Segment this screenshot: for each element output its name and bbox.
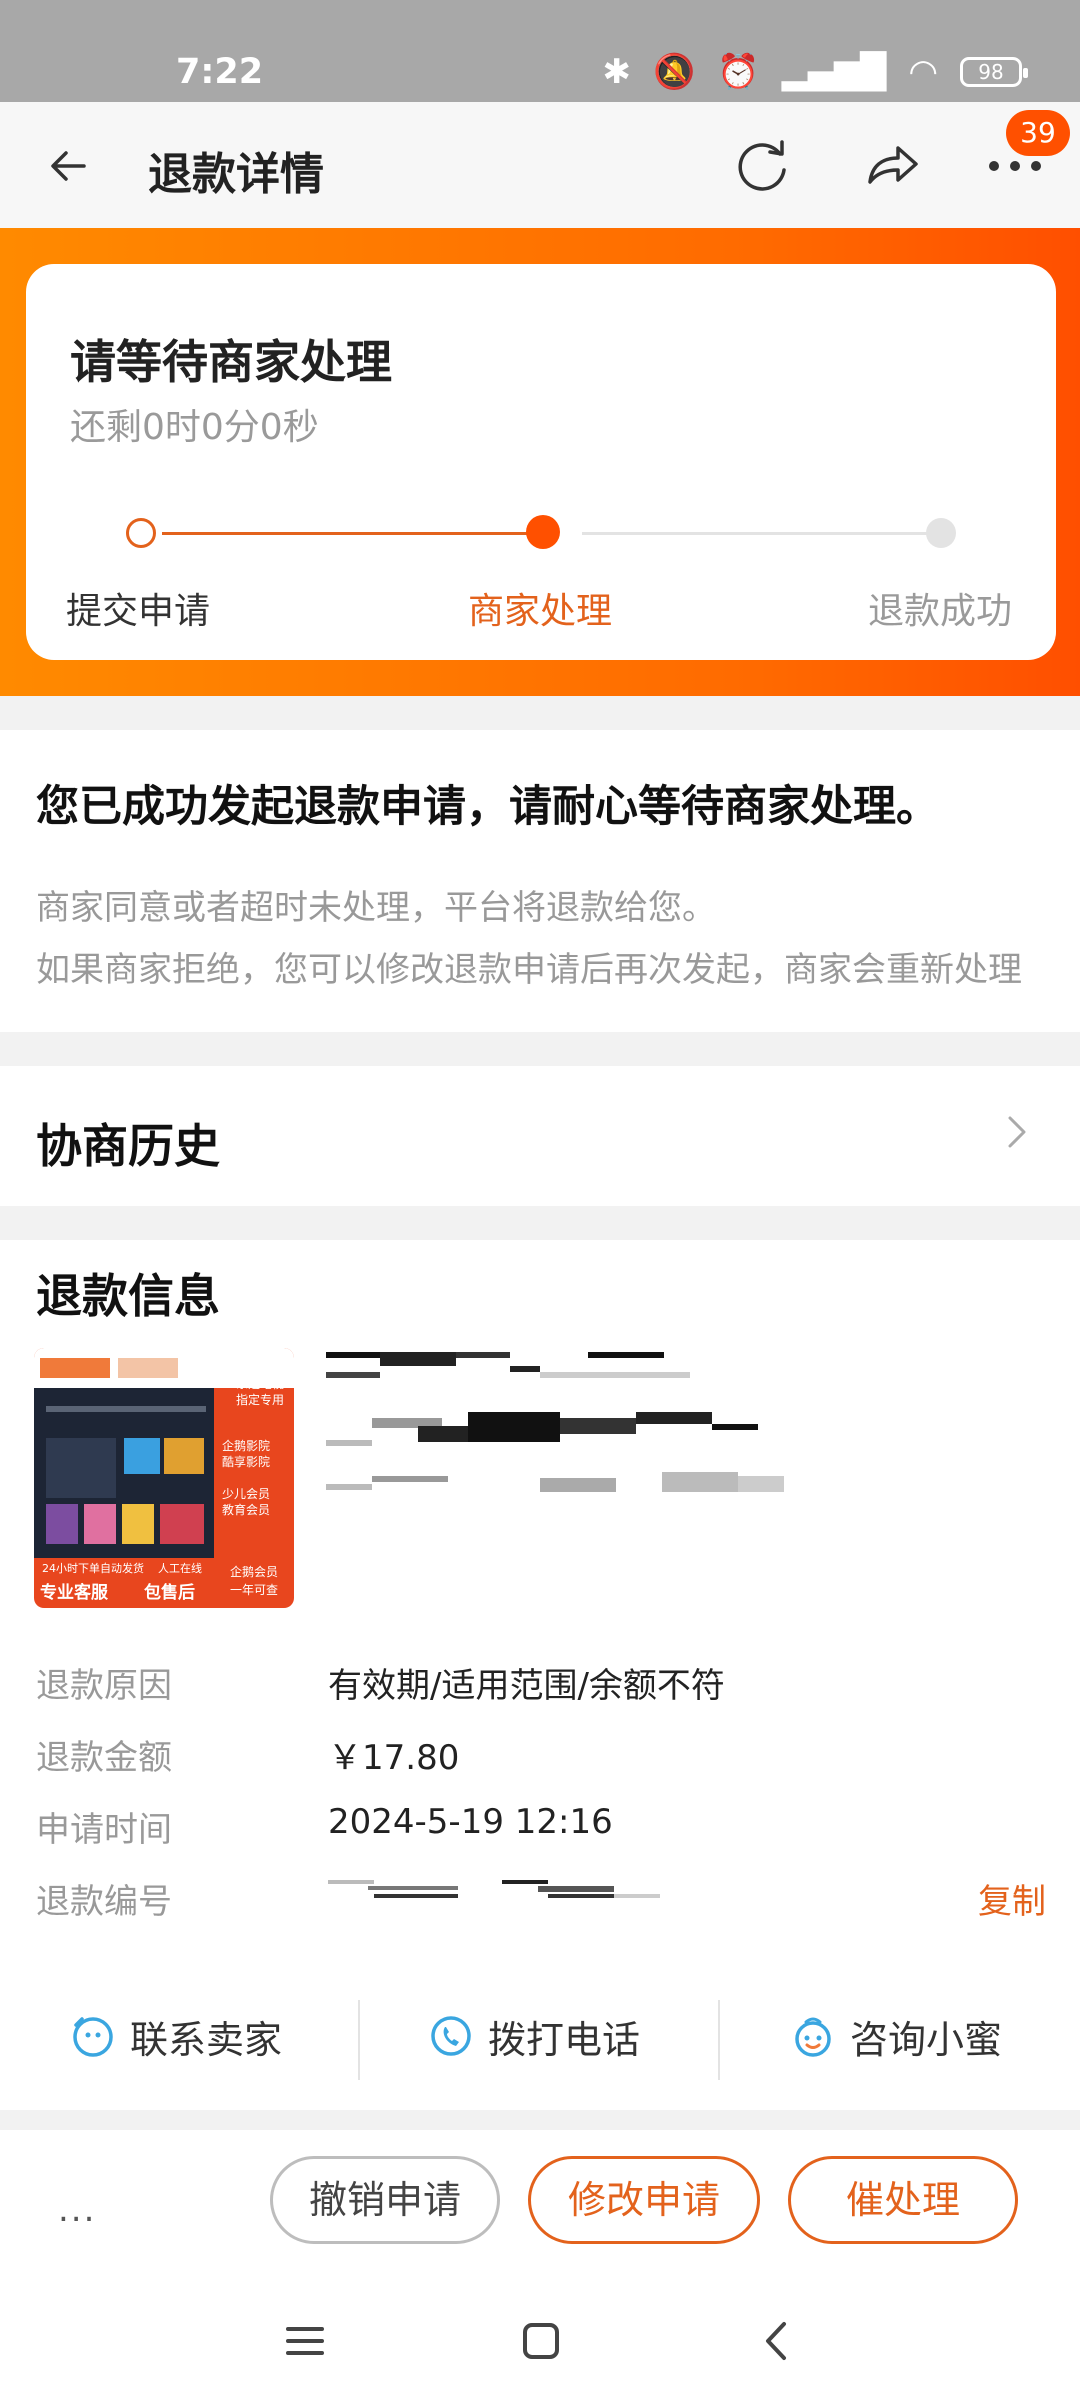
mute-icon: 🔕: [653, 52, 696, 92]
bluetooth-icon: ✱: [602, 52, 632, 92]
message-title: 您已成功发起退款申请，请耐心等待商家处理。: [36, 782, 939, 832]
message-count-badge: 39: [1006, 110, 1070, 156]
back-arrow-icon[interactable]: [44, 136, 104, 196]
refund-detail-screen: 7:22 ✱ 🔕 ⏰ ▂▄▆█ ◠ 98 退款详情 39 请等待商家处理 还剩0…: [0, 0, 1080, 2400]
countdown-text: 还剩0时0分0秒: [70, 407, 319, 448]
battery-icon: 98: [960, 57, 1028, 87]
page-title: 退款详情: [148, 149, 324, 200]
refund-info-title: 退款信息: [36, 1269, 220, 1323]
status-time: 7:22: [176, 52, 264, 92]
product-text-4: 企鹅影院: [222, 1438, 270, 1453]
assistant-face-icon: [795, 2017, 831, 2057]
product-text-13: 一年可查: [230, 1583, 278, 1597]
contact-divider-2: [718, 2000, 720, 2080]
refund-reason-label: 退款原因: [36, 1666, 172, 1706]
share-icon[interactable]: [858, 132, 924, 198]
history-title: 协商历史: [36, 1119, 220, 1173]
step-label-merchant: 商家处理: [468, 591, 613, 632]
call-phone-label: 拨打电话: [488, 2017, 641, 2062]
refund-amount-value: ￥17.80: [328, 1738, 460, 1778]
apply-time-value: 2024-5-19 12:16: [328, 1802, 613, 1842]
cancel-application-button[interactable]: 撤销申请: [270, 2156, 500, 2244]
step-dot-pending: [926, 518, 956, 548]
step-dot-submitted: [126, 518, 156, 548]
copy-button[interactable]: 复制: [978, 1874, 1046, 1923]
menu-icon[interactable]: [280, 2316, 330, 2366]
apply-time-label: 申请时间: [36, 1810, 172, 1850]
top-nav-bar: 退款详情: [0, 102, 1080, 228]
product-text-2: 东芝电视: [236, 1376, 284, 1391]
seller-chat-icon: [73, 2017, 113, 2057]
call-phone-button[interactable]: 拨打电话: [428, 1996, 640, 2076]
message-line-2: 如果商家拒绝，您可以修改退款申请后再次发起，商家会重新处理: [36, 950, 1022, 990]
more-actions-button[interactable]: ...: [58, 2190, 96, 2230]
refund-message-section: 您已成功发起退款申请，请耐心等待商家处理。 商家同意或者超时未处理，平台将退款给…: [0, 730, 1080, 1032]
contact-seller-label: 联系卖家: [130, 2017, 283, 2062]
ask-assistant-label: 咨询小蜜: [850, 2017, 1003, 2062]
progress-line-done: [162, 532, 536, 535]
modify-application-button[interactable]: 修改申请: [528, 2156, 760, 2244]
product-text-8: 24小时下单自动发货: [42, 1561, 144, 1575]
step-label-submit: 提交申请: [66, 591, 211, 632]
home-icon[interactable]: [516, 2316, 566, 2366]
product-text-6: 少儿会员: [222, 1487, 270, 1501]
urge-processing-button[interactable]: 催处理: [788, 2156, 1018, 2244]
product-text-12: 企鹅会员: [230, 1564, 278, 1579]
system-navigation-bar: [0, 2280, 1080, 2400]
alarm-icon: ⏰: [717, 52, 760, 92]
step-dot-current: [526, 515, 560, 549]
product-text-11: 包售后: [144, 1582, 195, 1603]
negotiation-history-row[interactable]: 协商历史: [0, 1066, 1080, 1206]
product-thumbnail[interactable]: TCL雷鸟 东芝电视 指定专用 企鹅影院 酷享影院 少儿会员 教育会员 24小时…: [34, 1348, 294, 1608]
redacted-refund-number: [328, 1880, 660, 1898]
product-text-7: 教育会员: [222, 1502, 270, 1517]
wifi-icon: ◠: [908, 52, 938, 92]
chevron-right-icon: [1008, 1116, 1026, 1148]
redacted-product-title: [326, 1352, 784, 1492]
signal-icon: ▂▄▆█: [781, 52, 887, 92]
refund-info-section: 退款信息 TCL雷鸟 东芝电视 指定专用 企鹅影院 酷享影院 少儿会员 教育会员…: [0, 1240, 1080, 2110]
bottom-action-bar: ... 撤销申请 修改申请 催处理: [0, 2130, 1080, 2280]
refund-number-label: 退款编号: [36, 1882, 172, 1922]
refund-status-card: 请等待商家处理 还剩0时0分0秒 提交申请 商家处理 退款成功: [26, 264, 1056, 660]
product-text-3: 指定专用: [236, 1392, 284, 1407]
product-text-1: TCL雷鸟: [235, 1358, 286, 1374]
contact-seller-button[interactable]: 联系卖家: [70, 1996, 282, 2076]
status-title: 请等待商家处理: [70, 335, 392, 389]
progress-line-pending: [582, 532, 942, 535]
refund-amount-label: 退款金额: [36, 1738, 172, 1778]
refresh-icon[interactable]: [730, 132, 796, 198]
ask-assistant-button[interactable]: 咨询小蜜: [790, 1996, 1002, 2076]
product-text-9: 人工在线: [158, 1561, 202, 1575]
status-icons: ✱ 🔕 ⏰ ▂▄▆█ ◠ 98: [602, 52, 1028, 92]
back-icon[interactable]: [752, 2316, 802, 2366]
phone-icon: [431, 2016, 471, 2056]
product-text-10: 专业客服: [40, 1582, 109, 1603]
contact-divider-1: [358, 2000, 360, 2080]
product-text-5: 酷享影院: [222, 1454, 270, 1469]
message-line-1: 商家同意或者超时未处理，平台将退款给您。: [36, 888, 716, 928]
step-label-success: 退款成功: [868, 591, 1013, 632]
refund-reason-value: 有效期/适用范围/余额不符: [328, 1666, 725, 1706]
status-bar: 7:22 ✱ 🔕 ⏰ ▂▄▆█ ◠ 98: [0, 0, 1080, 102]
